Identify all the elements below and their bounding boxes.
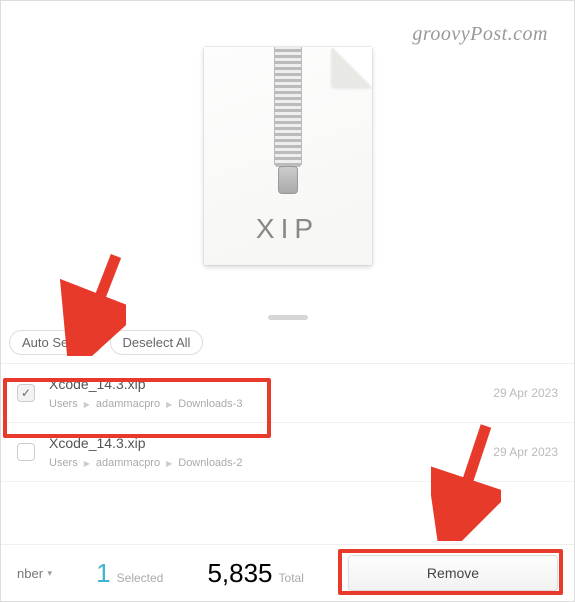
- file-date: 29 Apr 2023: [493, 445, 558, 459]
- sort-dropdown[interactable]: nber ▾: [17, 566, 52, 581]
- file-path: Users▶ adammacpro▶ Downloads-2: [49, 457, 479, 469]
- file-list: ✓ Xcode_14.3.xip Users▶ adammacpro▶ Down…: [1, 363, 574, 482]
- selection-actions: Auto Select Deselect All: [1, 330, 574, 363]
- bottom-bar: nber ▾ 1 Selected 5,835 Total Remove: [1, 544, 574, 601]
- deselect-all-button[interactable]: Deselect All: [110, 330, 204, 355]
- file-row[interactable]: Xcode_14.3.xip Users▶ adammacpro▶ Downlo…: [1, 423, 574, 482]
- auto-select-button[interactable]: Auto Select: [9, 330, 102, 355]
- checkbox[interactable]: [17, 443, 35, 461]
- file-name: Xcode_14.3.xip: [49, 435, 479, 451]
- total-count: 5,835 Total: [207, 558, 303, 589]
- file-type-label: XIP: [204, 213, 372, 245]
- zipper-icon: [274, 47, 302, 167]
- file-preview: XIP: [1, 1, 574, 311]
- remove-button[interactable]: Remove: [348, 555, 558, 591]
- drag-handle[interactable]: [268, 315, 308, 320]
- selected-count: 1 Selected: [96, 558, 163, 589]
- file-name: Xcode_14.3.xip: [49, 376, 479, 392]
- xip-file-icon: XIP: [204, 47, 372, 265]
- file-path: Users▶ adammacpro▶ Downloads-3: [49, 398, 479, 410]
- file-date: 29 Apr 2023: [493, 386, 558, 400]
- checkbox[interactable]: ✓: [17, 384, 35, 402]
- file-row[interactable]: ✓ Xcode_14.3.xip Users▶ adammacpro▶ Down…: [1, 364, 574, 423]
